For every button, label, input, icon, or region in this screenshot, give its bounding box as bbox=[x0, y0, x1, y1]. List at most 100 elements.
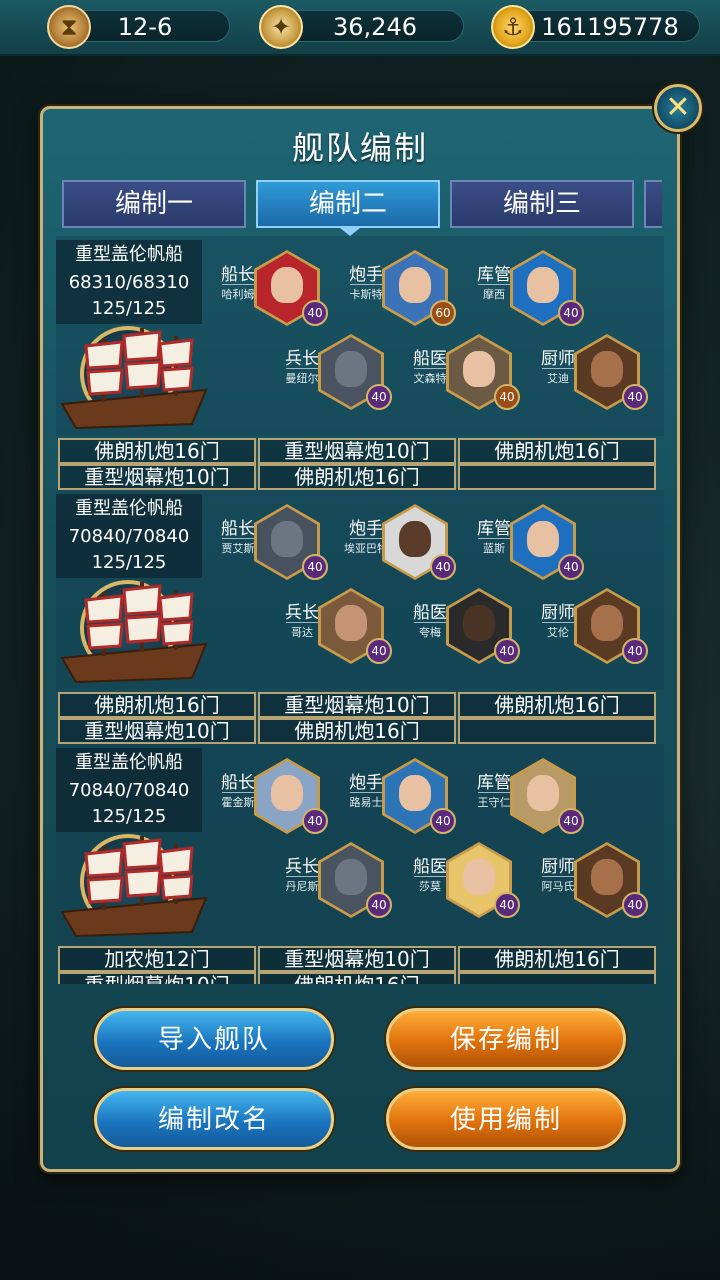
close-button[interactable]: ✕ bbox=[654, 84, 702, 132]
level-badge: 40 bbox=[622, 638, 648, 664]
equipment-slot[interactable]: 佛朗机炮16门 bbox=[458, 692, 656, 718]
level-badge: 40 bbox=[494, 892, 520, 918]
role-divider bbox=[222, 538, 256, 539]
crew-slot-captain[interactable]: 船长 哈利姆 40 bbox=[216, 250, 336, 338]
equipment-slot[interactable]: 重型烟幕炮10门 bbox=[258, 946, 456, 972]
role-label: 船医 bbox=[413, 603, 447, 623]
portrait-face bbox=[527, 521, 559, 557]
crew-name: 艾迪 bbox=[547, 372, 569, 385]
crew-slot-gunner[interactable]: 炮手 埃亚巴特 40 bbox=[344, 504, 464, 592]
equipment-slot-empty[interactable] bbox=[458, 972, 656, 984]
role-label: 船长 bbox=[221, 519, 255, 539]
level-badge: 40 bbox=[366, 892, 392, 918]
equipment-grid: 佛朗机炮16门 重型烟幕炮10门 佛朗机炮16门 重型烟幕炮10门 佛朗机炮16… bbox=[56, 436, 664, 490]
crew-slot-quartermaster[interactable]: 库管 蓝斯 40 bbox=[472, 504, 592, 592]
tab-formation-3[interactable]: 编制三 bbox=[450, 180, 634, 228]
equipment-slot[interactable]: 重型烟幕炮10门 bbox=[258, 438, 456, 464]
role-label: 兵长 bbox=[285, 857, 319, 877]
role-divider bbox=[222, 284, 256, 285]
equipment-slot[interactable]: 佛朗机炮16门 bbox=[258, 718, 456, 744]
role-label: 库管 bbox=[477, 773, 511, 793]
stage-display: ⧗ 12-6 bbox=[47, 5, 230, 49]
crew-slot-sergeant[interactable]: 兵长 曼纽尔 40 bbox=[280, 334, 400, 422]
role-label: 库管 bbox=[477, 519, 511, 539]
portrait-face bbox=[463, 351, 495, 387]
compass-display: ✦ 36,246 bbox=[259, 5, 464, 49]
portrait-helmet bbox=[335, 351, 367, 387]
equipment-slot[interactable]: 重型烟幕炮10门 bbox=[258, 692, 456, 718]
crew-slot-sergeant[interactable]: 兵长 丹尼斯 40 bbox=[280, 842, 400, 930]
equipment-slot[interactable]: 佛朗机炮16门 bbox=[58, 692, 256, 718]
galleon-ship-image[interactable] bbox=[56, 574, 212, 690]
equipment-slot[interactable]: 佛朗机炮16门 bbox=[458, 946, 656, 972]
crew-slot-cook[interactable]: 厨师 阿马氏 40 bbox=[536, 842, 656, 930]
equipment-slot[interactable]: 加农炮12门 bbox=[58, 946, 256, 972]
tab-formation-1[interactable]: 编制一 bbox=[62, 180, 246, 228]
crew-slot-quartermaster[interactable]: 库管 王守仁 40 bbox=[472, 758, 592, 846]
level-badge: 40 bbox=[430, 554, 456, 580]
level-badge: 40 bbox=[302, 808, 328, 834]
level-badge: 60 bbox=[430, 300, 456, 326]
crew-slot-doctor[interactable]: 船医 夸梅 40 bbox=[408, 588, 528, 676]
role-divider bbox=[414, 368, 448, 369]
crew-slot-doctor[interactable]: 船医 文森特 40 bbox=[408, 334, 528, 422]
crew-slot-gunner[interactable]: 炮手 卡斯特 60 bbox=[344, 250, 464, 338]
ship-crew-count: 125/125 bbox=[91, 298, 167, 319]
crew-slot-captain[interactable]: 船长 贾艾斯 40 bbox=[216, 504, 336, 592]
crew-slot-cook[interactable]: 厨师 艾伦 40 bbox=[536, 588, 656, 676]
crew-slot-quartermaster[interactable]: 库管 摩西 40 bbox=[472, 250, 592, 338]
equipment-slot[interactable]: 重型烟幕炮10门 bbox=[58, 972, 256, 984]
role-label: 厨师 bbox=[541, 603, 575, 623]
crew-name: 哥达 bbox=[291, 626, 313, 639]
galleon-ship-icon bbox=[60, 582, 208, 684]
role-divider bbox=[286, 876, 320, 877]
crew-slot-captain[interactable]: 船长 霍金斯 40 bbox=[216, 758, 336, 846]
fleet-card[interactable]: 重型盖伦帆船 70840/70840 125/125 船长 霍金斯 40 炮手 … bbox=[56, 744, 664, 984]
equipment-slot[interactable]: 佛朗机炮16门 bbox=[258, 972, 456, 984]
rename-formation-button[interactable]: 编制改名 bbox=[94, 1088, 334, 1150]
save-formation-button[interactable]: 保存编制 bbox=[386, 1008, 626, 1070]
crew-slot-cook[interactable]: 厨师 艾迪 40 bbox=[536, 334, 656, 422]
equipment-slot[interactable]: 重型烟幕炮10门 bbox=[58, 464, 256, 490]
crew-name: 丹尼斯 bbox=[285, 880, 319, 893]
equipment-slot-empty[interactable] bbox=[458, 718, 656, 744]
portrait-face bbox=[463, 605, 495, 641]
portrait-face bbox=[399, 775, 431, 811]
crew-slot-doctor[interactable]: 船医 莎莫 40 bbox=[408, 842, 528, 930]
equipment-slot[interactable]: 佛朗机炮16门 bbox=[58, 438, 256, 464]
equipment-slot-empty[interactable] bbox=[458, 464, 656, 490]
level-badge: 40 bbox=[366, 638, 392, 664]
galleon-ship-image[interactable] bbox=[56, 828, 212, 944]
portrait-face bbox=[591, 605, 623, 641]
crew-name: 文森特 bbox=[413, 372, 447, 385]
crew-slot-sergeant[interactable]: 兵长 哥达 40 bbox=[280, 588, 400, 676]
role-label: 兵长 bbox=[285, 349, 319, 369]
crew-name: 路易士 bbox=[349, 796, 383, 809]
fleet-card[interactable]: 重型盖伦帆船 70840/70840 125/125 船长 贾艾斯 40 炮手 … bbox=[56, 490, 664, 744]
tab-more[interactable] bbox=[644, 180, 662, 228]
fleet-card[interactable]: 重型盖伦帆船 68310/68310 125/125 船长 哈利姆 40 炮手 … bbox=[56, 236, 664, 490]
active-tab-indicator bbox=[340, 228, 360, 236]
portrait-face bbox=[527, 775, 559, 811]
use-formation-button[interactable]: 使用编制 bbox=[386, 1088, 626, 1150]
crew-name: 夸梅 bbox=[419, 626, 441, 639]
level-badge: 40 bbox=[366, 384, 392, 410]
role-divider bbox=[478, 792, 512, 793]
level-badge: 40 bbox=[494, 384, 520, 410]
galleon-ship-icon bbox=[60, 836, 208, 938]
equipment-slot[interactable]: 重型烟幕炮10门 bbox=[58, 718, 256, 744]
role-label: 厨师 bbox=[541, 857, 575, 877]
crew-name: 卡斯特 bbox=[349, 288, 383, 301]
role-label: 炮手 bbox=[349, 265, 383, 285]
fleet-list[interactable]: 重型盖伦帆船 68310/68310 125/125 船长 哈利姆 40 炮手 … bbox=[56, 236, 664, 984]
crew-slot-gunner[interactable]: 炮手 路易士 40 bbox=[344, 758, 464, 846]
ship-crew-count: 125/125 bbox=[91, 552, 167, 573]
equipment-slot[interactable]: 佛朗机炮16门 bbox=[458, 438, 656, 464]
import-fleet-button[interactable]: 导入舰队 bbox=[94, 1008, 334, 1070]
role-divider bbox=[414, 876, 448, 877]
tab-formation-2[interactable]: 编制二 bbox=[256, 180, 440, 228]
galleon-ship-image[interactable] bbox=[56, 320, 212, 436]
portrait-face bbox=[271, 267, 303, 303]
equipment-slot[interactable]: 佛朗机炮16门 bbox=[258, 464, 456, 490]
crew-name: 艾伦 bbox=[547, 626, 569, 639]
